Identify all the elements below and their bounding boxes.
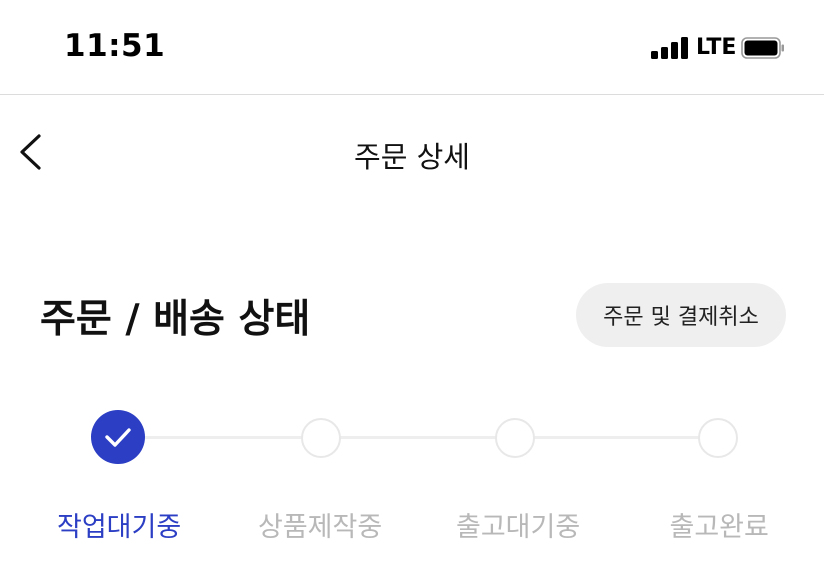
step-indicator-1 [91, 410, 145, 464]
network-type: LTE [696, 35, 737, 60]
order-status-title: 주문 / 배송 상태 [40, 297, 311, 342]
progress-track [118, 436, 718, 439]
order-progress-stepper [0, 400, 824, 480]
status-bar: 11:51 LTE [0, 0, 824, 94]
step-label-4: 출고완료 [669, 512, 769, 543]
cancel-order-button[interactable]: 주문 및 결제취소 [576, 283, 786, 347]
step-label-1: 작업대기중 [57, 512, 182, 543]
step-labels: 작업대기중 상품제작중 출고대기중 출고완료 [0, 505, 824, 545]
check-icon [105, 428, 131, 447]
battery-icon [741, 37, 784, 59]
header-divider [0, 94, 824, 95]
navigation-bar: 주문 상세 [0, 96, 824, 210]
step-label-3: 출고대기중 [456, 512, 581, 543]
step-indicator-4 [698, 418, 738, 458]
cellular-signal-icon [651, 37, 689, 59]
status-time: 11:51 [64, 28, 166, 64]
page-title: 주문 상세 [354, 140, 470, 174]
step-indicator-3 [495, 418, 535, 458]
step-label-2: 상품제작중 [258, 512, 383, 543]
step-indicator-2 [301, 418, 341, 458]
